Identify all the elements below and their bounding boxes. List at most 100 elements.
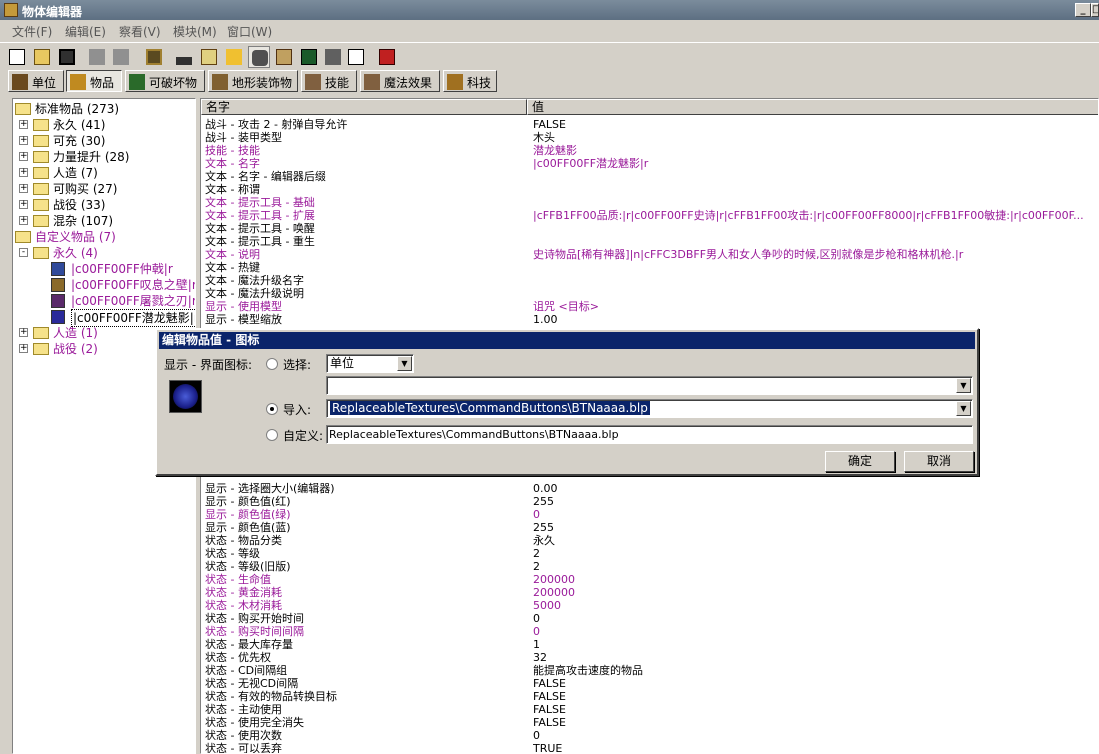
sound-editor-button[interactable] (223, 46, 245, 68)
property-row[interactable]: 状态 - 购买时间间隔 0 (201, 625, 1098, 638)
property-row[interactable]: 文本 - 说明 史诗物品[稀有神器]|n|cFFC3DBFF男人和女人争吵的时候,… (201, 248, 1098, 261)
menu-window[interactable]: 窗口(W) (227, 23, 272, 40)
property-value: 潜龙魅影 (533, 144, 577, 157)
property-row[interactable]: 状态 - 等级 2 (201, 547, 1098, 560)
property-name: 状态 - 最大库存量 (205, 638, 293, 651)
object-editor-button[interactable] (248, 46, 270, 68)
object-manager-button[interactable] (322, 46, 344, 68)
expand-icon[interactable]: + (19, 152, 28, 161)
cancel-button[interactable]: 取消 (904, 451, 974, 472)
expand-icon[interactable]: + (19, 200, 28, 209)
menu-view[interactable]: 察看(V) (119, 23, 161, 40)
folder-icon (33, 119, 49, 131)
import-path-select[interactable]: ReplaceableTextures\CommandButtons\BTNaa… (326, 399, 973, 418)
tab-buffs[interactable]: 魔法效果 (360, 70, 440, 92)
property-value: TRUE (533, 742, 563, 754)
column-header-value[interactable]: 值 (527, 99, 1098, 115)
tab-doodads[interactable]: 地形装饰物 (208, 70, 298, 92)
new-button[interactable] (6, 46, 28, 68)
property-row[interactable]: 显示 - 颜色值(红) 255 (201, 495, 1098, 508)
property-row[interactable]: 显示 - 颜色值(蓝) 255 (201, 521, 1098, 534)
expand-icon[interactable]: + (19, 120, 28, 129)
property-row[interactable]: 状态 - 可以丢弃 TRUE (201, 742, 1098, 754)
chevron-down-icon[interactable]: ▼ (397, 356, 412, 371)
import-radio[interactable] (266, 403, 278, 415)
save-button[interactable] (56, 46, 78, 68)
property-value: 32 (533, 651, 547, 664)
expand-icon[interactable]: + (19, 328, 28, 337)
property-row[interactable]: 状态 - 主动使用 FALSE (201, 703, 1098, 716)
property-name: 状态 - 无视CD间隔 (205, 677, 299, 690)
terrain-editor-button[interactable] (143, 46, 165, 68)
chevron-down-icon[interactable]: ▼ (956, 378, 971, 393)
expand-icon[interactable]: + (19, 344, 28, 353)
property-row[interactable]: 状态 - 最大库存量 1 (201, 638, 1098, 651)
property-row[interactable]: 文本 - 魔法升级说明 (201, 287, 1098, 300)
test-map-button[interactable] (376, 46, 398, 68)
ok-button[interactable]: 确定 (825, 451, 895, 472)
tab-items[interactable]: 物品 (66, 70, 122, 92)
unit-editor-button[interactable] (198, 46, 220, 68)
expand-icon[interactable]: + (19, 136, 28, 145)
property-row[interactable]: 文本 - 提示工具 - 基础 (201, 196, 1098, 209)
custom-path-input[interactable]: ReplaceableTextures\CommandButtons\BTNaa… (326, 425, 973, 444)
property-row[interactable]: 战斗 - 攻击 2 - 射弹自导允许 FALSE (201, 118, 1098, 131)
property-row[interactable]: 文本 - 名字 - 编辑器后缀 (201, 170, 1098, 183)
tab-abilities[interactable]: 技能 (301, 70, 357, 92)
property-row[interactable]: 状态 - 使用完全消失 FALSE (201, 716, 1098, 729)
property-row[interactable]: 状态 - 使用次数 0 (201, 729, 1098, 742)
tree-node-label: 战役 (33) (53, 198, 106, 212)
expand-icon[interactable]: + (19, 168, 28, 177)
property-row[interactable]: 状态 - 优先权 32 (201, 651, 1098, 664)
property-row[interactable]: 文本 - 提示工具 - 唤醒 (201, 222, 1098, 235)
menu-module[interactable]: 模块(M) (173, 23, 217, 40)
menu-file[interactable]: 文件(F) (12, 23, 52, 40)
property-row[interactable]: 文本 - 称谓 (201, 183, 1098, 196)
tab-units[interactable]: 单位 (8, 70, 64, 92)
property-value: 诅咒 <目标> (533, 300, 599, 313)
property-row[interactable]: 状态 - 物品分类 永久 (201, 534, 1098, 547)
maximize-button[interactable]: □ (1091, 3, 1099, 17)
trigger-editor-button[interactable] (173, 46, 195, 68)
open-button[interactable] (31, 46, 53, 68)
property-row[interactable]: 文本 - 魔法升级名字 (201, 274, 1098, 287)
property-row[interactable]: 文本 - 提示工具 - 扩展 |cFFB1FF00品质:|r|c00FF00FF史… (201, 209, 1098, 222)
property-row[interactable]: 状态 - CD间隔组 能提高攻击速度的物品 (201, 664, 1098, 677)
copy-button[interactable] (86, 46, 108, 68)
property-row[interactable]: 文本 - 名字 |c00FF00FF潜龙魅影|r (201, 157, 1098, 170)
category-select[interactable]: 单位 ▼ (326, 354, 414, 373)
property-row[interactable]: 文本 - 提示工具 - 重生 (201, 235, 1098, 248)
collapse-icon[interactable]: - (19, 248, 28, 257)
select-radio[interactable] (266, 358, 278, 370)
ai-editor-button[interactable] (298, 46, 320, 68)
expand-icon[interactable]: + (19, 184, 28, 193)
minimize-button[interactable]: _ (1075, 3, 1091, 17)
tab-upgrades[interactable]: 科技 (443, 70, 497, 92)
tab-destructibles[interactable]: 可破坏物 (125, 70, 205, 92)
custom-radio[interactable] (266, 429, 278, 441)
property-row[interactable]: 状态 - 购买开始时间 0 (201, 612, 1098, 625)
column-header-name[interactable]: 名字 (201, 99, 527, 115)
property-row[interactable]: 状态 - 木材消耗 5000 (201, 599, 1098, 612)
expand-icon[interactable]: + (19, 216, 28, 225)
property-row[interactable]: 显示 - 颜色值(绿) 0 (201, 508, 1098, 521)
property-row[interactable]: 状态 - 等级(旧版) 2 (201, 560, 1098, 573)
import-manager-button[interactable] (345, 46, 367, 68)
property-row[interactable]: 技能 - 技能 潜龙魅影 (201, 144, 1098, 157)
menu-edit[interactable]: 编辑(E) (65, 23, 106, 40)
property-row[interactable]: 显示 - 模型缩放 1.00 (201, 313, 1098, 326)
property-row[interactable]: 状态 - 有效的物品转换目标 FALSE (201, 690, 1098, 703)
property-row[interactable]: 状态 - 无视CD间隔 FALSE (201, 677, 1098, 690)
property-name: 战斗 - 攻击 2 - 射弹自导允许 (205, 118, 348, 131)
property-name: 状态 - 黄金消耗 (205, 586, 282, 599)
campaign-editor-button[interactable] (273, 46, 295, 68)
property-row[interactable]: 显示 - 使用模型 诅咒 <目标> (201, 300, 1098, 313)
property-row[interactable]: 战斗 - 装甲类型 木头 (201, 131, 1098, 144)
property-row[interactable]: 状态 - 黄金消耗 200000 (201, 586, 1098, 599)
icon-list-select[interactable]: ▼ (326, 376, 973, 395)
property-row[interactable]: 状态 - 生命值 200000 (201, 573, 1098, 586)
property-row[interactable]: 文本 - 热键 (201, 261, 1098, 274)
property-row[interactable]: 显示 - 选择圈大小(编辑器) 0.00 (201, 482, 1098, 495)
chevron-down-icon[interactable]: ▼ (956, 401, 971, 416)
paste-button[interactable] (110, 46, 132, 68)
